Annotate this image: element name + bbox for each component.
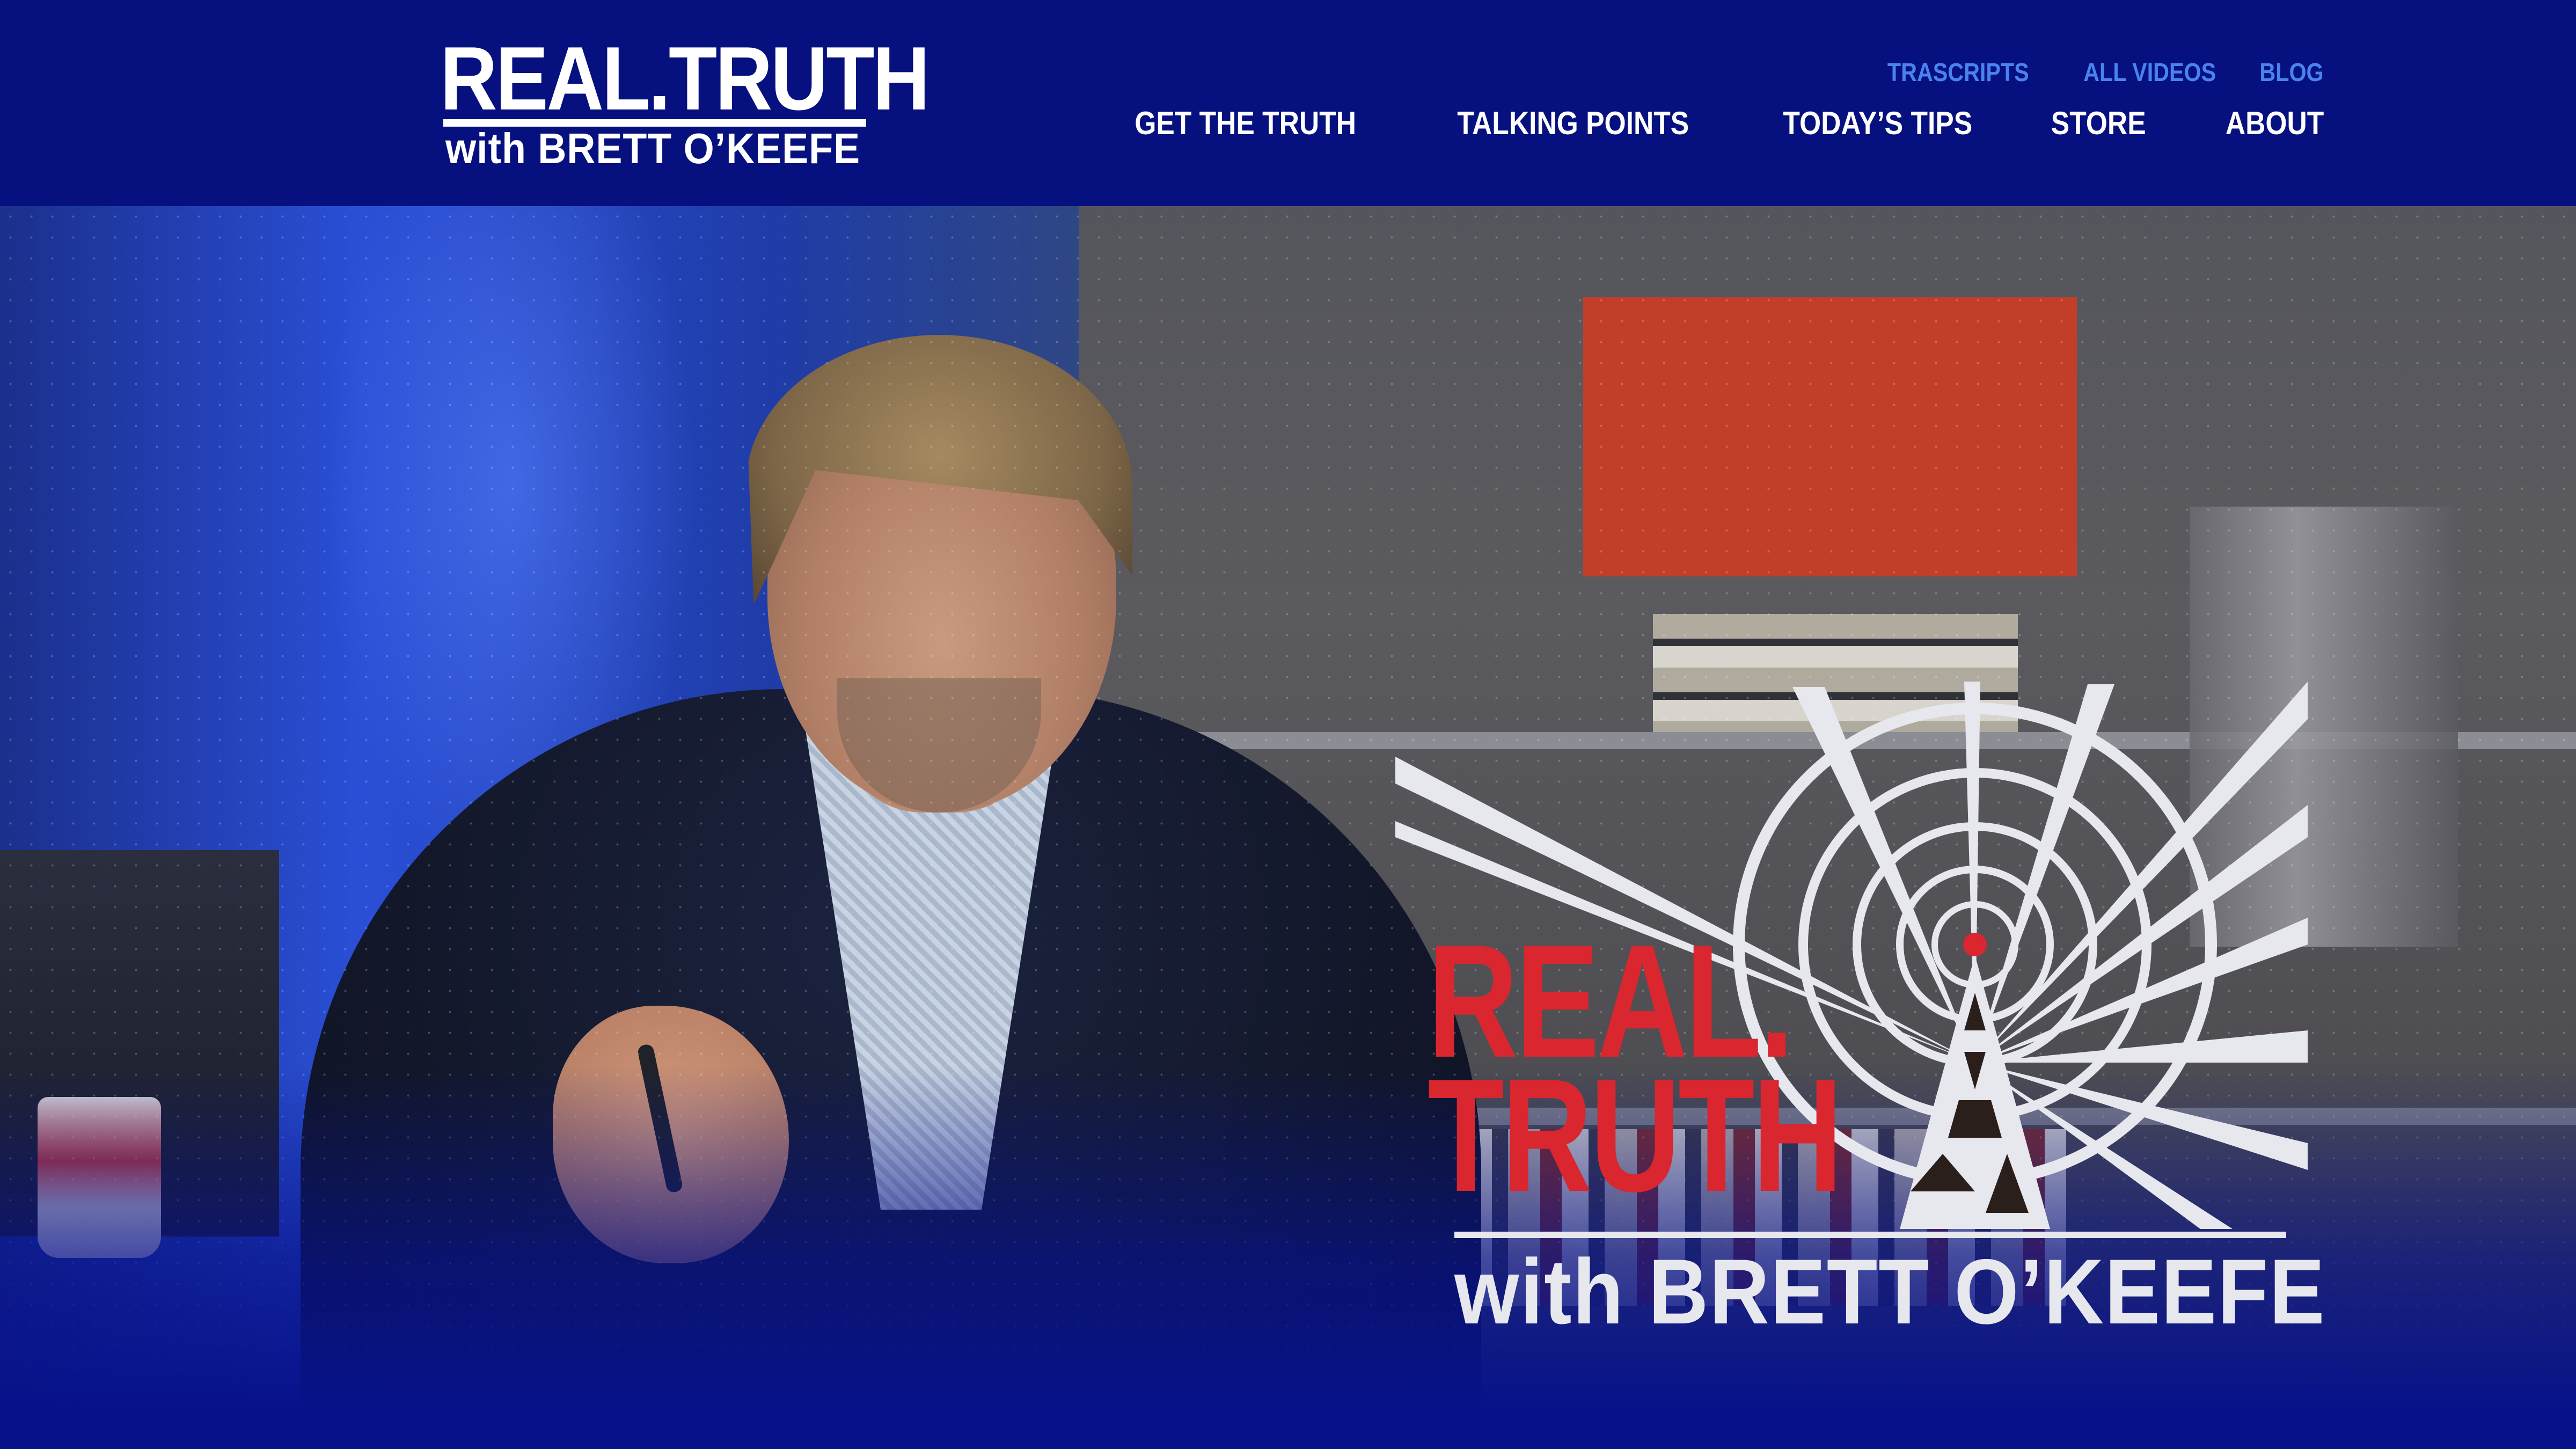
nav-link-store[interactable]: STORE [2051,105,2146,142]
nav-link-transcripts[interactable]: TRASCRIPTS [1887,58,2029,87]
nav-link-about[interactable]: ABOUT [2226,105,2324,142]
nav-link-blog[interactable]: BLOG [2260,58,2324,87]
nav-link-todays-tips[interactable]: TODAY’S TIPS [1783,105,1972,142]
site-logo[interactable]: REAL.TRUTH with BRETT O’KEEFE [440,33,930,172]
show-logo-truth: TRUTH [1428,1045,1843,1225]
nav-link-all-videos[interactable]: ALL VIDEOS [2083,58,2216,87]
nav-link-talking-points[interactable]: TALKING POINTS [1457,105,1689,142]
site-header: REAL.TRUTH with BRETT O’KEEFE TRASCRIPTS… [0,0,2576,206]
site-logo-title: REAL.TRUTH [440,28,930,129]
show-logo-rule [1454,1232,2286,1238]
show-logo-subtitle: with BRETT O’KEEFE [1454,1240,2326,1343]
page: REAL.TRUTH with BRETT O’KEEFE TRASCRIPTS… [0,0,2576,1449]
show-logo: REAL. TRUTH with BRETT O’KEEFE [1395,644,2325,1352]
main-nav: GET THE TRUTH TALKING POINTS TODAY’S TIP… [1099,105,2324,142]
nav-link-get-the-truth[interactable]: GET THE TRUTH [1135,105,1356,142]
secondary-nav: TRASCRIPTS ALL VIDEOS BLOG [1864,58,2324,87]
site-logo-subtitle: with BRETT O’KEEFE [445,125,861,172]
